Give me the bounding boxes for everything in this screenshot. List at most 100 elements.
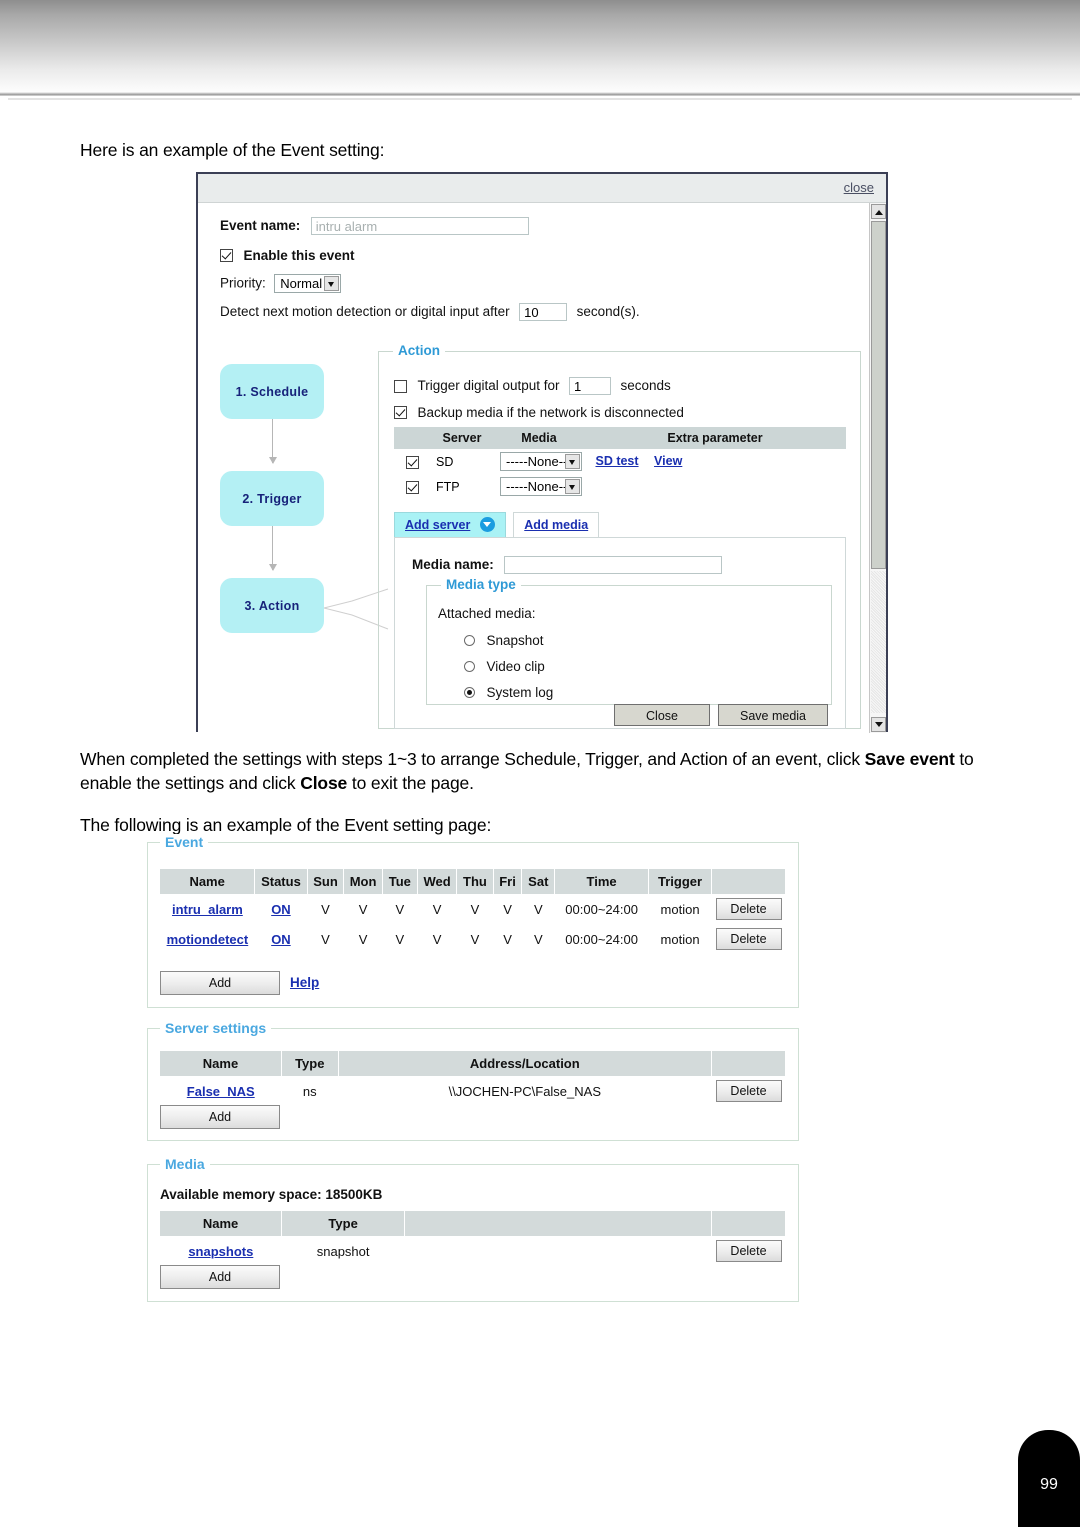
chevron-down-icon [565,479,580,494]
trigger-digital-output-row[interactable]: Trigger digital output for 1 seconds [394,377,671,395]
event-name-link[interactable]: intru_alarm [172,902,243,917]
scrollbar-track[interactable] [871,571,886,713]
event-panel: Event Name Status Sun Mon Tue Wed Thu Fr… [147,834,799,1008]
step-schedule[interactable]: 1. Schedule [220,364,324,419]
event-row-mon: V [358,931,368,947]
event-add-button[interactable]: Add [160,971,280,995]
media-option-video-clip[interactable]: Video clip [464,658,545,676]
event-row-trigger: motion [660,901,700,917]
tab-add-server[interactable]: Add server [394,512,506,537]
backup-media-checkbox[interactable] [394,406,407,420]
scroll-up-button[interactable] [871,204,886,219]
event-name-link[interactable]: motiondetect [167,932,249,947]
scroll-down-button[interactable] [871,717,886,732]
backup-media-label: Backup media if the network is disconnec… [417,405,684,420]
dialog-scrollbar[interactable] [869,203,886,733]
save-media-button[interactable]: Save media [718,704,828,726]
sd-row-checkbox-cell[interactable] [394,449,430,474]
system-log-radio[interactable] [464,687,475,699]
snapshot-radio[interactable] [464,635,475,647]
detect-interval-input[interactable]: 10 [519,303,568,321]
media-name-input[interactable] [504,556,723,574]
server-th-address: Address/Location [338,1051,713,1076]
delete-button[interactable]: Delete [715,898,782,920]
event-th-mon: Mon [343,869,383,894]
event-row-trigger: motion [660,931,700,947]
server-row-type: ns [302,1083,317,1099]
event-table: Name Status Sun Mon Tue Wed Thu Fri Sat … [160,869,786,954]
backup-media-row[interactable]: Backup media if the network is disconnec… [394,404,684,422]
ftp-row-checkbox-cell[interactable] [394,474,430,499]
scrollbar-thumb[interactable] [871,221,886,569]
event-name-input[interactable]: intru alarm [310,217,529,235]
event-name-label: Event name: [220,218,301,234]
event-help-link[interactable]: Help [290,975,319,990]
page-number: 99 [1040,1476,1058,1493]
enable-event-row[interactable]: Enable this event [220,247,355,265]
step-action[interactable]: 3. Action [220,578,324,633]
event-th-name: Name [160,869,256,894]
step-trigger[interactable]: 2. Trigger [220,471,324,526]
video-clip-radio[interactable] [464,661,475,673]
sd-media-select[interactable]: -----None----- [500,452,582,471]
sd-checkbox[interactable] [405,455,419,469]
ftp-media-select[interactable]: -----None----- [500,477,582,496]
instructions-text-1: When completed the settings with steps 1… [80,749,865,769]
event-th-thu: Thu [456,869,494,894]
enable-event-label: Enable this event [243,248,355,263]
sd-view-link[interactable]: View [654,454,682,468]
media-th-actions [711,1211,786,1236]
event-th-fri: Fri [493,869,523,894]
event-status-link[interactable]: ON [271,902,291,917]
media-add-button[interactable]: Add [160,1265,280,1289]
tab-add-media[interactable]: Add media [513,512,600,537]
event-row-name: intru_alarm [160,894,255,924]
event-setting-dialog: close Event name: intru alarm Enable thi… [196,172,888,733]
dropdown-circle-icon[interactable] [479,517,495,533]
trigger-digital-output-checkbox[interactable] [394,379,407,393]
event-th-time: Time [554,869,650,894]
dialog-close-button[interactable]: Close [614,704,710,726]
server-add-button[interactable]: Add [160,1105,280,1129]
dialog-titlebar: close [198,174,886,203]
media-th-name: Name [160,1211,283,1236]
server-table: Name Type Address/Location False_NAS ns … [160,1051,786,1106]
delete-button[interactable]: Delete [715,1240,782,1262]
detect-interval-suffix: second(s). [576,304,640,320]
close-link[interactable]: close [844,180,874,195]
event-th-sun: Sun [307,869,345,894]
ftp-checkbox[interactable] [405,480,419,494]
caret-down-icon [875,722,883,727]
tab-add-server-label[interactable]: Add server [405,518,470,532]
event-row-sat: V [533,901,543,917]
event-row-mon: V [358,901,368,917]
event-row-delete-cell: Delete [712,924,786,954]
trigger-digital-output-input[interactable]: 1 [568,377,611,395]
event-row-thu: V [470,931,480,947]
event-th-sat: Sat [521,869,556,894]
event-status-link[interactable]: ON [271,932,291,947]
event-th-status: Status [254,869,308,894]
server-th-actions [711,1051,786,1076]
event-row-status: ON [255,894,307,924]
server-row-delete-cell: Delete [712,1076,786,1106]
event-row-tue: V [395,931,405,947]
media-type-legend: Media type [441,577,521,592]
media-row-type: snapshot [316,1243,370,1259]
enable-event-checkbox[interactable] [220,249,233,263]
trigger-digital-output-suffix: seconds [620,378,671,394]
instructions-paragraph: When completed the settings with steps 1… [80,747,1010,795]
media-option-system-log[interactable]: System log [464,684,553,702]
sd-test-link[interactable]: SD test [595,454,638,468]
delete-button[interactable]: Delete [715,1080,782,1102]
server-name-link[interactable]: False_NAS [187,1084,255,1099]
event-row-delete-cell: Delete [712,894,786,924]
media-option-snapshot[interactable]: Snapshot [464,632,544,650]
priority-select[interactable]: Normal [274,274,342,293]
server-settings-panel: Server settings Name Type Address/Locati… [147,1020,799,1141]
delete-button[interactable]: Delete [715,928,782,950]
tab-add-media-label[interactable]: Add media [524,518,588,532]
action-table-row: FTP -----None----- [394,474,846,499]
media-name-link[interactable]: snapshots [188,1244,253,1259]
priority-select-value: Normal [280,276,323,291]
